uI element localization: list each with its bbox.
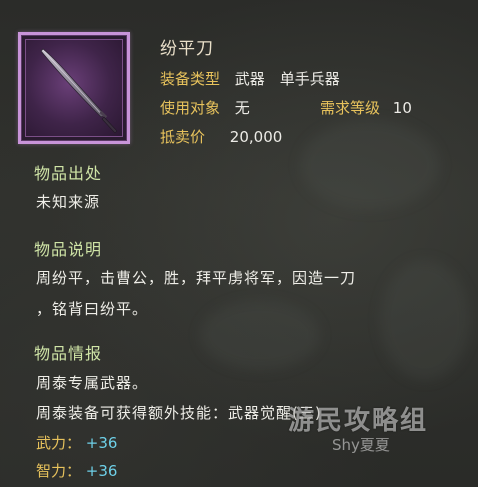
background-texture (300, 120, 440, 210)
watermark-main: 游民攻略组 (288, 406, 429, 436)
sword-icon (40, 48, 118, 134)
stat-row: 智力： +36 (36, 460, 117, 481)
info-section-title: 物品情报 (34, 344, 103, 363)
stat-label: 智力： (36, 462, 82, 480)
watermark: 游民攻略组 Shy夏夏 (288, 400, 468, 460)
level-label: 需求等级 (320, 99, 381, 117)
stat-row: 武力： +36 (36, 432, 117, 453)
watermark-sub: Shy夏夏 (332, 436, 390, 454)
equip-type-label: 装备类型 (160, 70, 221, 88)
equip-type-row: 装备类型 武器 单手兵器 (160, 68, 340, 89)
background-texture (380, 260, 470, 380)
stat-value: +36 (85, 462, 118, 480)
info-line-2: 周泰装备可获得额外技能：武器觉醒(三) (36, 404, 322, 422)
description-line-1: 周纷平，击曹公，胜，拜平虏将军，因造一刀 (36, 269, 357, 287)
origin-text: 未知来源 (36, 193, 101, 211)
stat-value: +36 (85, 434, 118, 452)
user-row: 使用对象 无 (160, 97, 250, 118)
description-line-2: ，铭背曰纷平。 (36, 300, 149, 318)
item-tooltip-panel: 纷平刀 装备类型 武器 单手兵器 使用对象 无 需求等级 10 抵卖价 20,0… (0, 0, 478, 487)
info-line-1: 周泰专属武器。 (36, 374, 149, 392)
description-section-title: 物品说明 (34, 240, 103, 259)
item-icon-frame (18, 32, 130, 144)
stat-label: 武力： (36, 434, 82, 452)
user-value: 无 (234, 99, 250, 117)
item-name: 纷平刀 (160, 39, 214, 59)
price-label: 抵卖价 (160, 128, 206, 146)
level-row: 需求等级 10 (320, 97, 412, 118)
user-label: 使用对象 (160, 99, 221, 117)
price-row: 抵卖价 20,000 (160, 126, 282, 147)
price-value: 20,000 (229, 128, 283, 146)
level-value: 10 (392, 99, 412, 117)
origin-section-title: 物品出处 (34, 164, 103, 183)
equip-type-value: 武器 单手兵器 (234, 70, 340, 88)
background-texture (200, 300, 320, 370)
